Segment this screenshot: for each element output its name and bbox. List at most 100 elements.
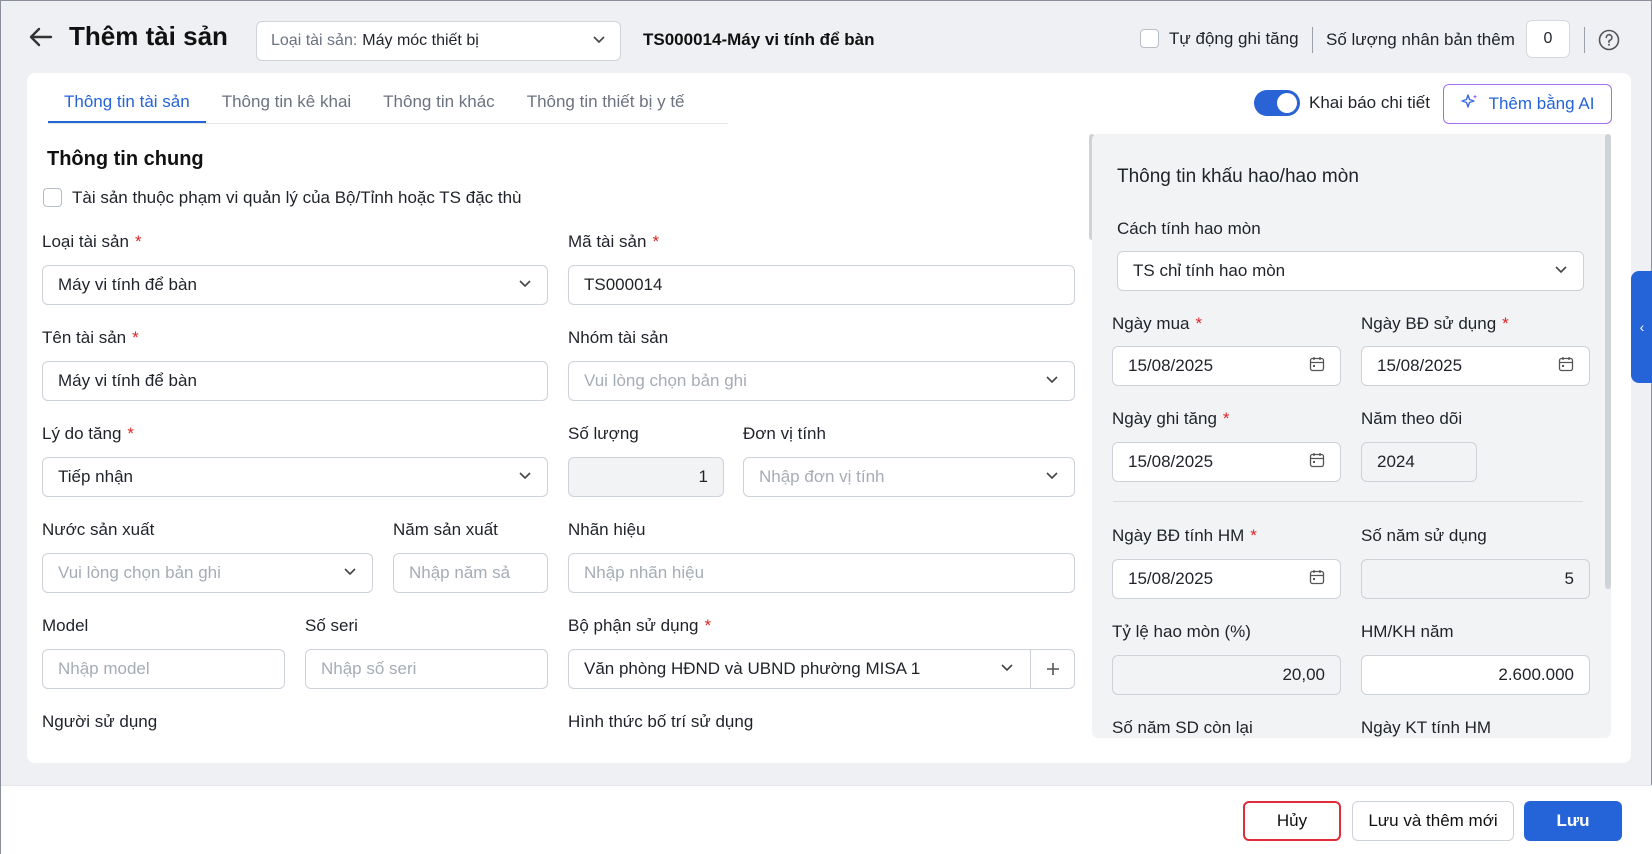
asset-group-placeholder: Vui lòng chọn bản ghi [584,371,747,390]
ai-button-label: Thêm bằng AI [1488,94,1595,113]
tab-asset-info[interactable]: Thông tin tài sản [48,87,206,123]
scope-checkbox[interactable] [43,188,62,207]
track-year-label: Năm theo dõi [1361,409,1463,428]
general-section-title: Thông tin chung [47,148,204,170]
asset-group-label: Nhóm tài sản [568,328,669,347]
save-button[interactable]: Lưu [1524,801,1622,841]
chevron-left-icon: ‹ [1639,319,1645,335]
years-use-label: Số năm sử dụng [1361,526,1487,545]
detail-toggle-label: Khai báo chi tiết [1309,93,1430,112]
record-date-input[interactable]: 15/08/2025 [1112,442,1341,482]
annual-dep-input[interactable]: 2.600.000 [1361,655,1590,695]
usage-form-label: Hình thức bố trí sử dụng [568,712,754,731]
rate-input[interactable]: 20,00 [1112,655,1341,695]
years-use-input[interactable]: 5 [1361,559,1590,599]
cancel-button[interactable]: Hủy [1243,801,1341,841]
calendar-icon[interactable] [1309,452,1325,473]
asset-type-value: Máy móc thiết bị [362,32,479,49]
reason-value: Tiếp nhận [58,467,133,486]
country-label: Nước sản xuất [42,520,155,539]
divider [1113,501,1583,502]
unit-placeholder: Nhập đơn vị tính [759,467,885,486]
brand-label: Nhãn hiệu [568,520,646,539]
country-placeholder: Vui lòng chọn bản ghi [58,563,221,582]
reason-label: Lý do tăng * [42,424,135,443]
asset-group-dropdown[interactable]: Vui lòng chọn bản ghi [568,361,1075,401]
sparkle-icon [1460,93,1479,116]
back-arrow-icon[interactable] [27,23,55,51]
page-title: Thêm tài sản [69,21,228,51]
asset-name-label: Tên tài sản * [42,328,139,347]
tab-other-info[interactable]: Thông tin khác [367,87,511,123]
add-department-button[interactable] [1030,649,1074,689]
auto-increase-label: Tự động ghi tăng [1169,29,1299,48]
start-dep-label: Ngày BĐ tính HM * [1112,526,1257,545]
asset-type-label: Loại tài sản * [42,232,142,251]
asset-code-title: TS000014-Máy vi tính để bàn [643,30,875,49]
annual-dep-label: HM/KH năm [1361,622,1454,641]
serial-input[interactable]: Nhập số seri [305,649,548,689]
asset-code-label: Mã tài sản * [568,232,660,251]
user-label: Người sử dụng [42,712,158,731]
reason-dropdown[interactable]: Tiếp nhận [42,457,548,497]
rate-label: Tỷ lệ hao mòn (%) [1112,622,1251,641]
remaining-years-label: Số năm SD còn lại [1112,718,1253,737]
clone-qty-input[interactable]: 0 [1526,20,1570,58]
model-input[interactable]: Nhập model [42,649,285,689]
calendar-icon[interactable] [1558,356,1574,377]
quantity-input[interactable]: 1 [568,457,724,497]
track-year-input[interactable]: 2024 [1361,442,1477,482]
calendar-icon[interactable] [1309,356,1325,377]
asset-code-input[interactable]: TS000014 [568,265,1075,305]
help-icon[interactable] [1598,29,1620,51]
unit-label: Đơn vị tính [743,424,826,443]
department-value: Văn phòng HĐND và UBND phường MISA 1 [584,659,921,678]
start-use-value: 15/08/2025 [1377,356,1463,375]
model-label: Model [42,616,89,635]
department-dropdown[interactable]: Văn phòng HĐND và UBND phường MISA 1 [568,649,1075,689]
department-label: Bộ phận sử dụng * [568,616,712,635]
method-dropdown[interactable]: TS chỉ tính hao mòn [1117,251,1584,291]
record-date-label: Ngày ghi tăng * [1112,409,1230,428]
chevron-down-icon [1045,371,1059,391]
year-label: Năm sản xuất [393,520,498,539]
asset-type-dropdown[interactable]: Máy vi tính để bàn [42,265,548,305]
purchase-date-label: Ngày mua * [1112,314,1203,333]
unit-dropdown[interactable]: Nhập đơn vị tính [743,457,1075,497]
auto-increase-checkbox[interactable] [1140,29,1159,48]
asset-type-select[interactable]: Loại tài sản: Máy móc thiết bị [256,21,621,61]
chevron-down-icon [1554,261,1568,281]
calendar-icon[interactable] [1309,569,1325,590]
brand-input[interactable]: Nhập nhãn hiệu [568,553,1075,593]
asset-name-input[interactable]: Máy vi tính để bàn [42,361,548,401]
clone-qty-label: Số lượng nhân bản thêm [1326,30,1515,49]
add-with-ai-button[interactable]: Thêm bằng AI [1443,84,1612,124]
country-dropdown[interactable]: Vui lòng chọn bản ghi [42,553,373,593]
method-value: TS chỉ tính hao mòn [1133,261,1286,280]
record-date-value: 15/08/2025 [1128,452,1214,471]
divider [1312,27,1313,53]
start-use-input[interactable]: 15/08/2025 [1361,346,1590,386]
chevron-down-icon [592,32,606,51]
purchase-date-value: 15/08/2025 [1128,356,1214,375]
serial-label: Số seri [305,616,358,635]
side-panel-toggle[interactable]: ‹ [1631,271,1652,383]
end-dep-label: Ngày KT tính HM [1361,718,1492,737]
start-use-label: Ngày BĐ sử dụng * [1361,314,1509,333]
detail-toggle[interactable] [1254,90,1300,116]
tab-bar: Thông tin tài sản Thông tin kê khai Thôn… [48,87,728,124]
chevron-down-icon [518,275,532,295]
year-input[interactable]: Nhập năm sả [393,553,548,593]
start-dep-input[interactable]: 15/08/2025 [1112,559,1341,599]
quantity-label: Số lượng [568,424,639,443]
depreciation-title: Thông tin khấu hao/hao mòn [1117,166,1359,187]
scope-label: Tài sản thuộc phạm vi quản lý của Bộ/Tỉn… [72,188,522,207]
start-dep-value: 15/08/2025 [1128,569,1214,588]
chevron-down-icon [1000,659,1014,679]
purchase-date-input[interactable]: 15/08/2025 [1112,346,1341,386]
tab-declaration-info[interactable]: Thông tin kê khai [206,87,367,123]
right-scrollbar[interactable] [1605,134,1611,589]
chevron-down-icon [518,467,532,487]
save-and-new-button[interactable]: Lưu và thêm mới [1352,801,1514,841]
tab-medical-device-info[interactable]: Thông tin thiết bị y tế [511,87,701,123]
